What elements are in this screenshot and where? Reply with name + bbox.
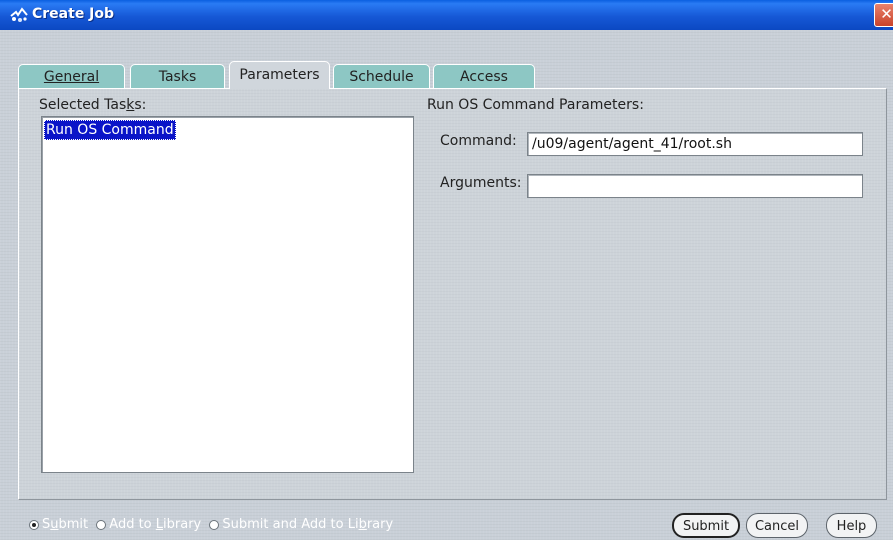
radio-unchecked-icon: [96, 519, 107, 530]
arguments-label: Arguments:: [440, 175, 522, 191]
command-field[interactable]: [527, 132, 863, 156]
footer-bar: Submit Add to Library Submit and Add to …: [0, 510, 893, 540]
label-mnemonic: b: [358, 517, 367, 532]
command-label: Command:: [440, 133, 517, 149]
tab-label: Parameters: [239, 67, 320, 83]
radio-label: Add to Library: [109, 517, 201, 532]
label-mnemonic: L: [155, 517, 164, 532]
close-button[interactable]: ✕: [874, 3, 893, 27]
tab-parameters[interactable]: Parameters: [229, 61, 330, 89]
radio-submit[interactable]: Submit: [29, 517, 88, 532]
list-item-run-os-command[interactable]: Run OS Command: [44, 120, 176, 140]
selected-tasks-list[interactable]: Run OS Command: [41, 116, 414, 473]
label-part: bmit: [58, 517, 89, 532]
submit-button[interactable]: Submit: [672, 513, 740, 538]
cancel-button[interactable]: Cancel: [746, 513, 808, 538]
parameters-panel: Selected Tasks: Run OS Command Run OS Co…: [18, 88, 887, 500]
tab-label: Tasks: [158, 69, 197, 85]
label-part: Selected Tas: [39, 97, 127, 113]
radio-checked-icon: [29, 519, 39, 530]
tab-general[interactable]: General: [18, 64, 125, 88]
section-title: Run OS Command Parameters:: [427, 97, 644, 113]
radio-label: Submit and Add to Library: [222, 517, 393, 532]
radio-unchecked-icon: [209, 519, 220, 530]
submit-mode-radio-group: Submit Add to Library Submit and Add to …: [29, 517, 397, 534]
tab-tasks[interactable]: Tasks: [130, 64, 225, 88]
tab-schedule[interactable]: Schedule: [333, 64, 430, 88]
selected-tasks-label: Selected Tasks:: [39, 97, 146, 113]
label-part: Submit and Add to Li: [222, 517, 359, 532]
help-button[interactable]: Help: [826, 513, 877, 538]
tab-access[interactable]: Access: [433, 64, 535, 88]
app-icon: [10, 7, 28, 22]
close-icon: ✕: [880, 5, 893, 23]
create-job-dialog: General Tasks Parameters Schedule Access…: [0, 30, 893, 540]
radio-add-to-library[interactable]: Add to Library: [96, 517, 201, 532]
radio-label: Submit: [42, 517, 88, 532]
tab-label: Schedule: [349, 69, 414, 85]
title-bar: Create Job ✕: [0, 0, 893, 30]
tab-label: Access: [460, 69, 508, 85]
tab-mnemonic: General: [43, 69, 100, 85]
arguments-field[interactable]: [527, 174, 863, 198]
label-part: Add to: [109, 517, 156, 532]
label-part: s:: [134, 97, 147, 113]
label-part: rary: [366, 517, 394, 532]
label-part: ibrary: [163, 517, 202, 532]
radio-submit-and-add[interactable]: Submit and Add to Library: [209, 517, 393, 532]
label-mnemonic: u: [50, 517, 59, 532]
window-title: Create Job: [32, 6, 115, 22]
